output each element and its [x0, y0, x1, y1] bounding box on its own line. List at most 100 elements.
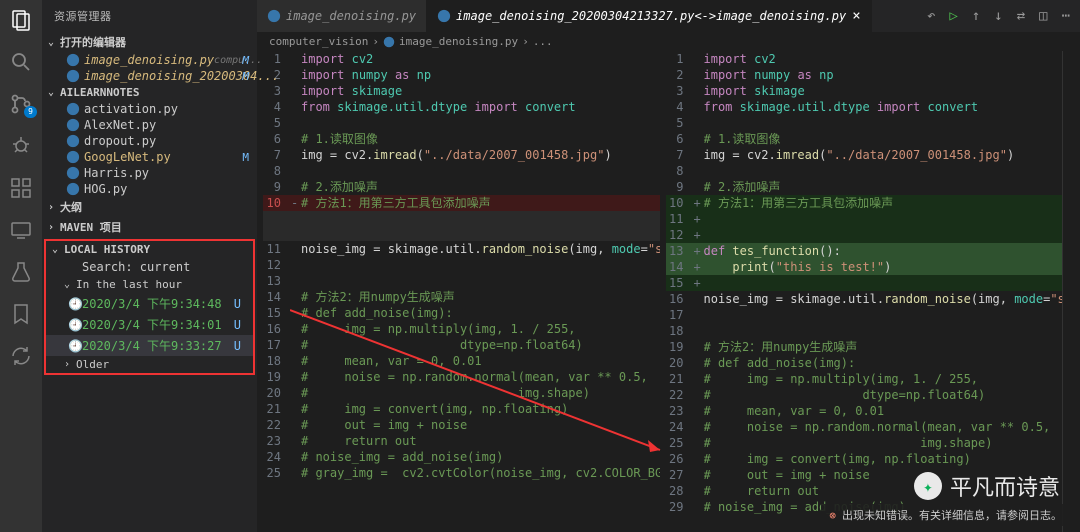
- code-line[interactable]: 4from skimage.util.dtype import convert: [263, 99, 660, 115]
- code-line[interactable]: 16noise_img = skimage.util.random_noise(…: [666, 291, 1063, 307]
- extensions-icon[interactable]: [9, 176, 33, 200]
- diff-right-pane[interactable]: 1import cv22import numpy as np3import sk…: [660, 51, 1063, 532]
- file-item[interactable]: dropout.py: [42, 133, 257, 149]
- code-line[interactable]: 18: [666, 323, 1063, 339]
- code-line[interactable]: 22# dtype=np.float64): [666, 387, 1063, 403]
- diff-left-pane[interactable]: 1import cv22import numpy as np3import sk…: [257, 51, 660, 532]
- open-editor-item[interactable]: image_denoising.py compu...M: [42, 52, 257, 68]
- remote-icon[interactable]: [9, 218, 33, 242]
- code-line[interactable]: 5: [666, 115, 1063, 131]
- code-line[interactable]: 8: [666, 163, 1063, 179]
- code-line[interactable]: 19# 方法2：用numpy生成噪声: [666, 339, 1063, 355]
- code-line[interactable]: 14+ print("this is test!"): [666, 259, 1063, 275]
- code-line[interactable]: 22# out = img + noise: [263, 417, 660, 433]
- code-line[interactable]: 18# mean, var = 0, 0.01: [263, 353, 660, 369]
- code-line[interactable]: 6# 1.读取图像: [666, 131, 1063, 147]
- code-line[interactable]: 5: [263, 115, 660, 131]
- maven-section[interactable]: ›MAVEN 项目: [42, 217, 257, 237]
- tab-inactive[interactable]: image_denoising.py: [257, 0, 427, 32]
- status-text: 出现未知错误。有关详细信息，请参阅日志。: [842, 507, 1062, 523]
- local-history-section[interactable]: ⌄LOCAL HISTORY: [46, 241, 253, 258]
- code-line[interactable]: 17# dtype=np.float64): [263, 337, 660, 353]
- code-line[interactable]: 11noise_img = skimage.util.random_noise(…: [263, 241, 660, 257]
- code-line[interactable]: 7img = cv2.imread("../data/2007_001458.j…: [263, 147, 660, 163]
- status-notification[interactable]: ⊗ 出现未知错误。有关详细信息，请参阅日志。: [821, 504, 1070, 526]
- code-line[interactable]: 24# noise_img = add_noise(img): [263, 449, 660, 465]
- code-line[interactable]: 1import cv2: [263, 51, 660, 67]
- code-line[interactable]: 3import skimage: [666, 83, 1063, 99]
- file-item[interactable]: Harris.py: [42, 165, 257, 181]
- code-line[interactable]: 14# 方法2：用numpy生成噪声: [263, 289, 660, 305]
- file-item[interactable]: HOG.py: [42, 181, 257, 197]
- prev-diff-icon[interactable]: ↑: [972, 8, 980, 24]
- history-entry[interactable]: 🕘2020/3/4 下午9:33:27U: [46, 335, 253, 356]
- code-line[interactable]: 12+: [666, 227, 1063, 243]
- code-line[interactable]: 2import numpy as np: [263, 67, 660, 83]
- editor-actions: ↶ ▷ ↑ ↓ ⇄ ◫ ⋯: [927, 8, 1080, 24]
- chevron-down-icon: ⌄: [64, 279, 76, 290]
- open-editors-section[interactable]: ⌄打开的编辑器: [42, 32, 257, 52]
- file-item[interactable]: activation.py: [42, 101, 257, 117]
- code-line[interactable]: 21# img = convert(img, np.floating): [263, 401, 660, 417]
- code-line[interactable]: 11+: [666, 211, 1063, 227]
- code-line[interactable]: 24# noise = np.random.normal(mean, var *…: [666, 419, 1063, 435]
- code-line[interactable]: 1import cv2: [666, 51, 1063, 67]
- python-file-icon: [66, 134, 80, 148]
- code-line[interactable]: 8: [263, 163, 660, 179]
- run-icon[interactable]: ▷: [949, 8, 957, 24]
- local-history-group[interactable]: ⌄In the last hour: [46, 276, 253, 293]
- explorer-icon[interactable]: [9, 8, 33, 32]
- code-line[interactable]: 9# 2.添加噪声: [263, 179, 660, 195]
- history-entry[interactable]: 🕘2020/3/4 下午9:34:48U: [46, 293, 253, 314]
- code-line[interactable]: 25# gray_img = cv2.cvtColor(noise_img, c…: [263, 465, 660, 481]
- more-icon[interactable]: ⋯: [1062, 8, 1070, 24]
- code-line[interactable]: 13: [263, 273, 660, 289]
- code-line[interactable]: 7img = cv2.imread("../data/2007_001458.j…: [666, 147, 1063, 163]
- scm-icon[interactable]: 9: [9, 92, 33, 116]
- code-line[interactable]: 20# def add_noise(img):: [666, 355, 1063, 371]
- search-icon[interactable]: [9, 50, 33, 74]
- code-line[interactable]: 15# def add_noise(img):: [263, 305, 660, 321]
- go-back-icon[interactable]: ↶: [927, 8, 935, 24]
- code-line[interactable]: 10+# 方法1：用第三方工具包添加噪声: [666, 195, 1063, 211]
- close-icon[interactable]: ×: [852, 8, 860, 24]
- code-line[interactable]: 15+: [666, 275, 1063, 291]
- diff-view: 1import cv22import numpy as np3import sk…: [257, 51, 1080, 532]
- code-line[interactable]: 25# img.shape): [666, 435, 1063, 451]
- code-line[interactable]: 19# noise = np.random.normal(mean, var *…: [263, 369, 660, 385]
- test-icon[interactable]: [9, 260, 33, 284]
- project-section[interactable]: ⌄AILEARNNOTES: [42, 84, 257, 101]
- sync-icon[interactable]: [9, 344, 33, 368]
- split-icon[interactable]: ◫: [1039, 8, 1047, 24]
- code-line[interactable]: 20# img.shape): [263, 385, 660, 401]
- code-line[interactable]: 13+def tes_function():: [666, 243, 1063, 259]
- code-line[interactable]: 4from skimage.util.dtype import convert: [666, 99, 1063, 115]
- sidebar: 资源管理器 ⌄打开的编辑器 image_denoising.py compu..…: [42, 0, 257, 532]
- code-line[interactable]: 10-# 方法1：用第三方工具包添加噪声: [263, 195, 660, 211]
- code-line[interactable]: 17: [666, 307, 1063, 323]
- code-line[interactable]: 23# mean, var = 0, 0.01: [666, 403, 1063, 419]
- code-line[interactable]: 12: [263, 257, 660, 273]
- debug-icon[interactable]: [9, 134, 33, 158]
- next-diff-icon[interactable]: ↓: [994, 8, 1002, 24]
- code-line[interactable]: 6# 1.读取图像: [263, 131, 660, 147]
- toggle-icon[interactable]: ⇄: [1017, 8, 1025, 24]
- outline-section[interactable]: ›大纲: [42, 197, 257, 217]
- code-line[interactable]: 23# return out: [263, 433, 660, 449]
- code-line[interactable]: 21# img = np.multiply(img, 1. / 255,: [666, 371, 1063, 387]
- breadcrumb[interactable]: computer_vision› image_denoising.py› ...: [257, 32, 1080, 51]
- file-item[interactable]: AlexNet.py: [42, 117, 257, 133]
- code-line[interactable]: 3import skimage: [263, 83, 660, 99]
- code-line[interactable]: 16# img = np.multiply(img, 1. / 255,: [263, 321, 660, 337]
- local-history-older[interactable]: ›Older: [46, 356, 253, 373]
- file-item[interactable]: GoogLeNet.pyM: [42, 149, 257, 165]
- open-editor-item[interactable]: image_denoising_20200304... M: [42, 68, 257, 84]
- code-line[interactable]: 2import numpy as np: [666, 67, 1063, 83]
- tab-active[interactable]: image_denoising_20200304213327.py<->imag…: [427, 0, 872, 32]
- history-entry[interactable]: 🕘2020/3/4 下午9:34:01U: [46, 314, 253, 335]
- bookmark-icon[interactable]: [9, 302, 33, 326]
- code-line[interactable]: 9# 2.添加噪声: [666, 179, 1063, 195]
- chevron-down-icon: ⌄: [48, 87, 60, 98]
- minimap[interactable]: [1062, 51, 1080, 532]
- code-line[interactable]: 26# img = convert(img, np.floating): [666, 451, 1063, 467]
